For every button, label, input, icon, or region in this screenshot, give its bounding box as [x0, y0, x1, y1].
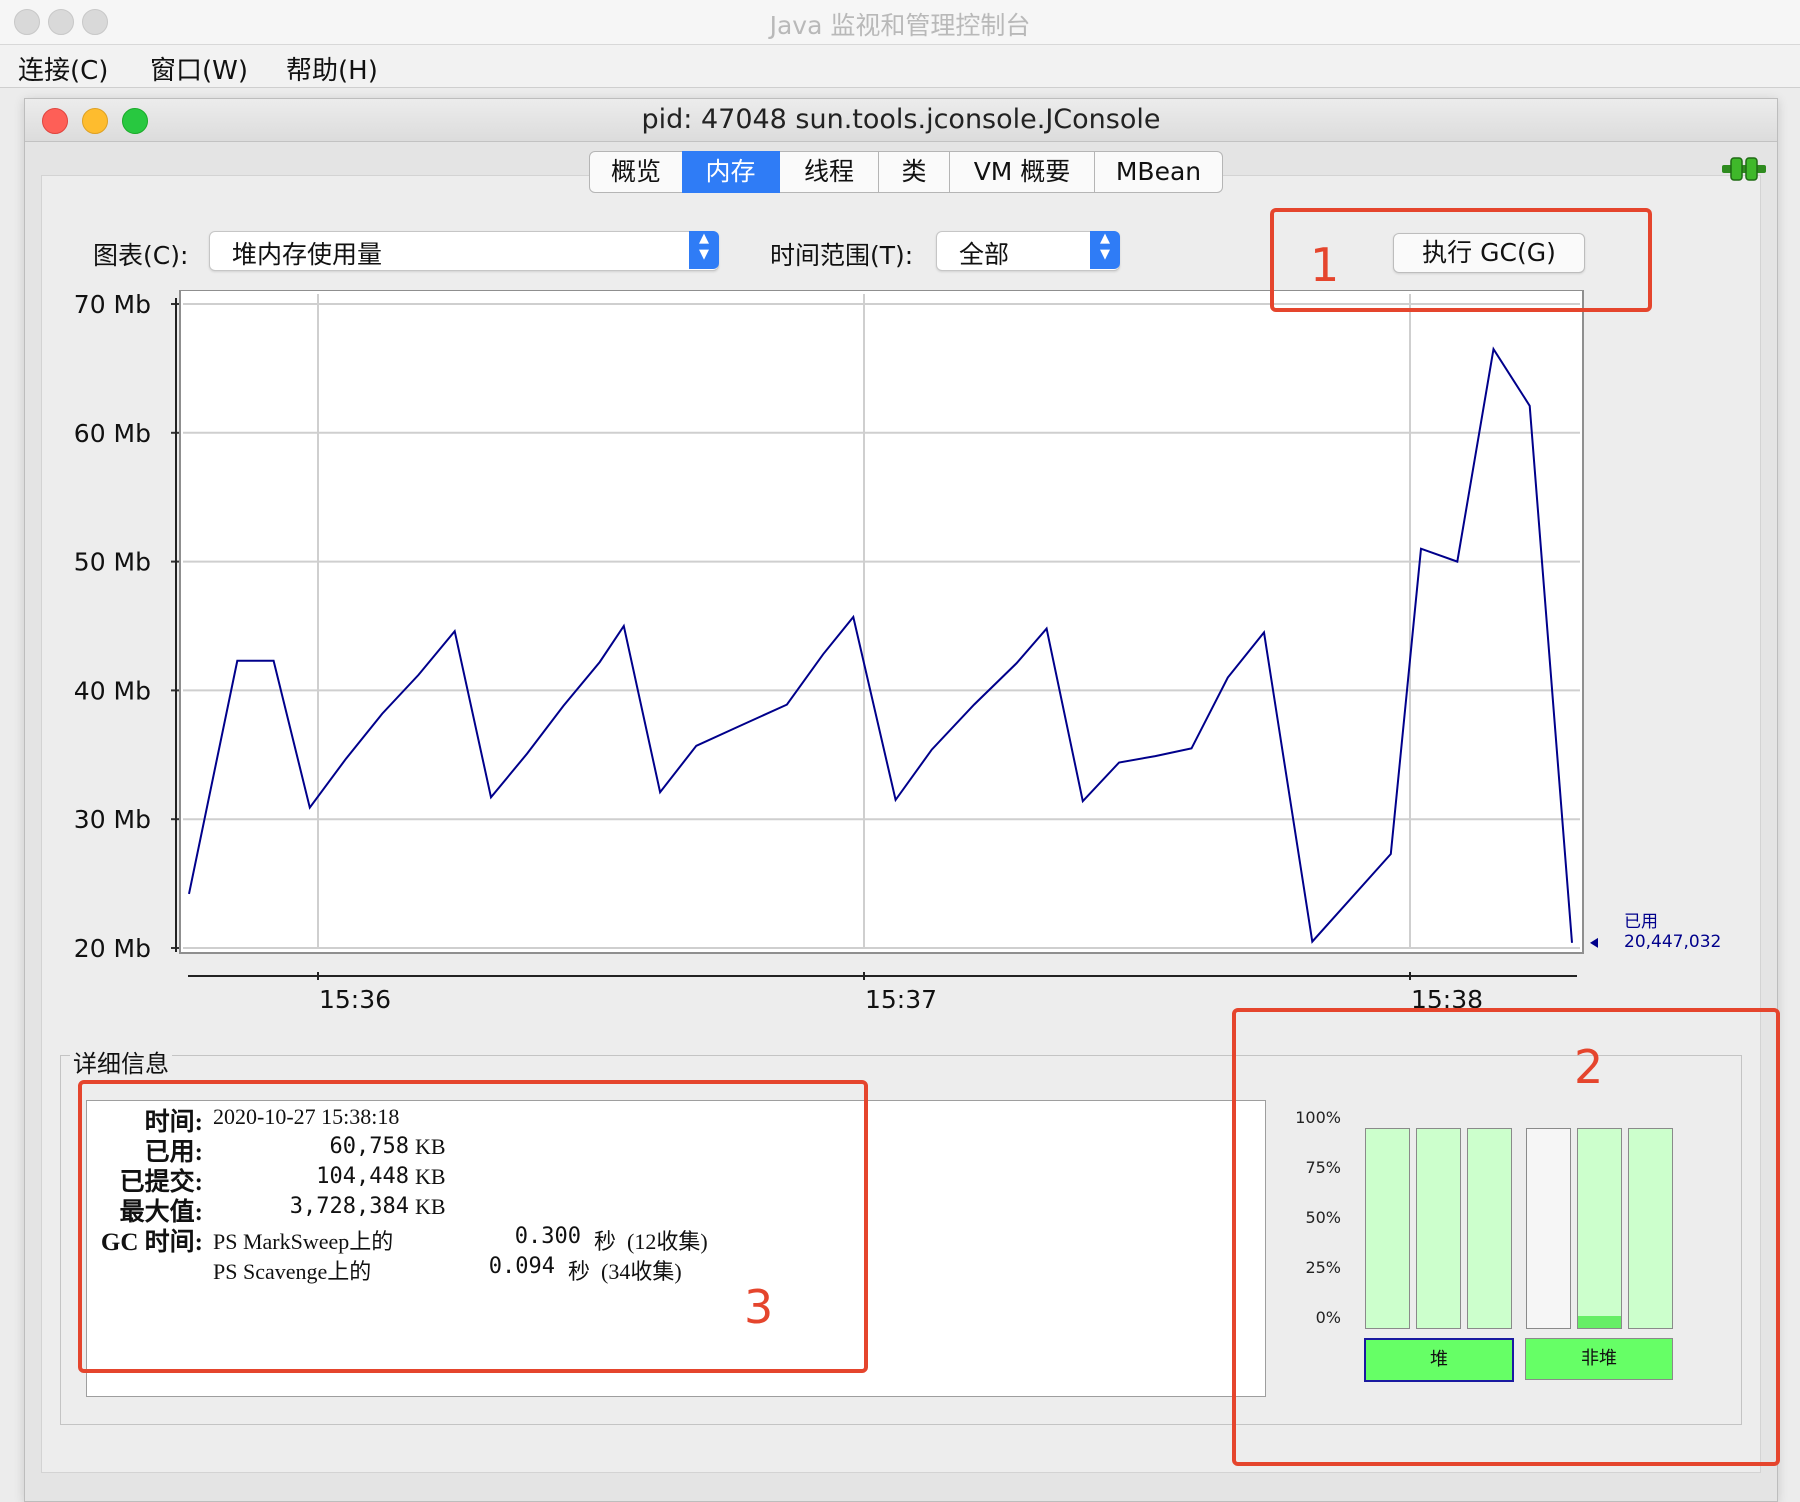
heap-memory-chart: 20 Mb 30 Mb 40 Mb 50 Mb 60 Mb 70 Mb 15:36 15:37…: [74, 290, 1721, 1014]
y-tick-label: 20 Mb: [74, 934, 151, 963]
tab-mbean[interactable]: MBean: [1095, 151, 1223, 193]
x-tick-label: 15:37: [865, 985, 937, 1014]
tab-memory[interactable]: 内存: [682, 151, 780, 193]
inner-titlebar: pid: 47048 sun.tools.jconsole.JConsole: [25, 99, 1777, 142]
current-value: 20,447,032: [1624, 932, 1721, 952]
tab-overview[interactable]: 概览: [589, 151, 683, 193]
y-tick-label: 40 Mb: [74, 676, 151, 705]
annotation-label-3: 3: [744, 1280, 774, 1334]
details-legend: 详细信息: [70, 1044, 172, 1079]
menu-connection[interactable]: 连接(C): [18, 50, 108, 87]
time-range-select[interactable]: 全部 ▲ ▼: [936, 231, 1120, 271]
y-tick-label: 70 Mb: [74, 290, 151, 319]
tab-vm-summary[interactable]: VM 概要: [950, 151, 1095, 193]
annotation-label-2: 2: [1574, 1040, 1604, 1094]
chart-label: 图表(C):: [93, 241, 189, 270]
plot-area: [179, 290, 1584, 954]
y-tick-label: 30 Mb: [74, 805, 151, 834]
outer-titlebar: Java 监视和管理控制台: [0, 0, 1800, 45]
tab-threads[interactable]: 线程: [780, 151, 879, 193]
chart-select-value: 堆内存使用量: [232, 240, 383, 269]
y-tick-label: 50 Mb: [74, 548, 151, 577]
time-range-label: 时间范围(T):: [770, 241, 914, 270]
time-range-select-value: 全部: [959, 240, 1010, 269]
chevron-updown-icon: ▲ ▼: [1090, 231, 1120, 269]
x-tick-label: 15:36: [319, 985, 391, 1014]
menu-help[interactable]: 帮助(H): [286, 50, 378, 87]
y-tick-label: 60 Mb: [74, 419, 151, 448]
chart-select[interactable]: 堆内存使用量 ▲ ▼: [209, 231, 719, 271]
chevron-updown-icon: ▲ ▼: [689, 231, 719, 269]
tab-classes[interactable]: 类: [879, 151, 950, 193]
inner-window-title: pid: 47048 sun.tools.jconsole.JConsole: [641, 104, 1161, 135]
current-value-label: 已用: [1624, 912, 1658, 932]
current-value-marker: [1590, 937, 1598, 948]
annotation-label-1: 1: [1310, 238, 1340, 292]
menu-bar: 连接(C) 窗口(W) 帮助(H): [0, 45, 1800, 88]
connection-status-icon: [1722, 157, 1766, 181]
annotation-box-2: [1232, 1008, 1780, 1466]
menu-window[interactable]: 窗口(W): [150, 50, 248, 87]
outer-window-title: Java 监视和管理控制台: [769, 11, 1031, 40]
